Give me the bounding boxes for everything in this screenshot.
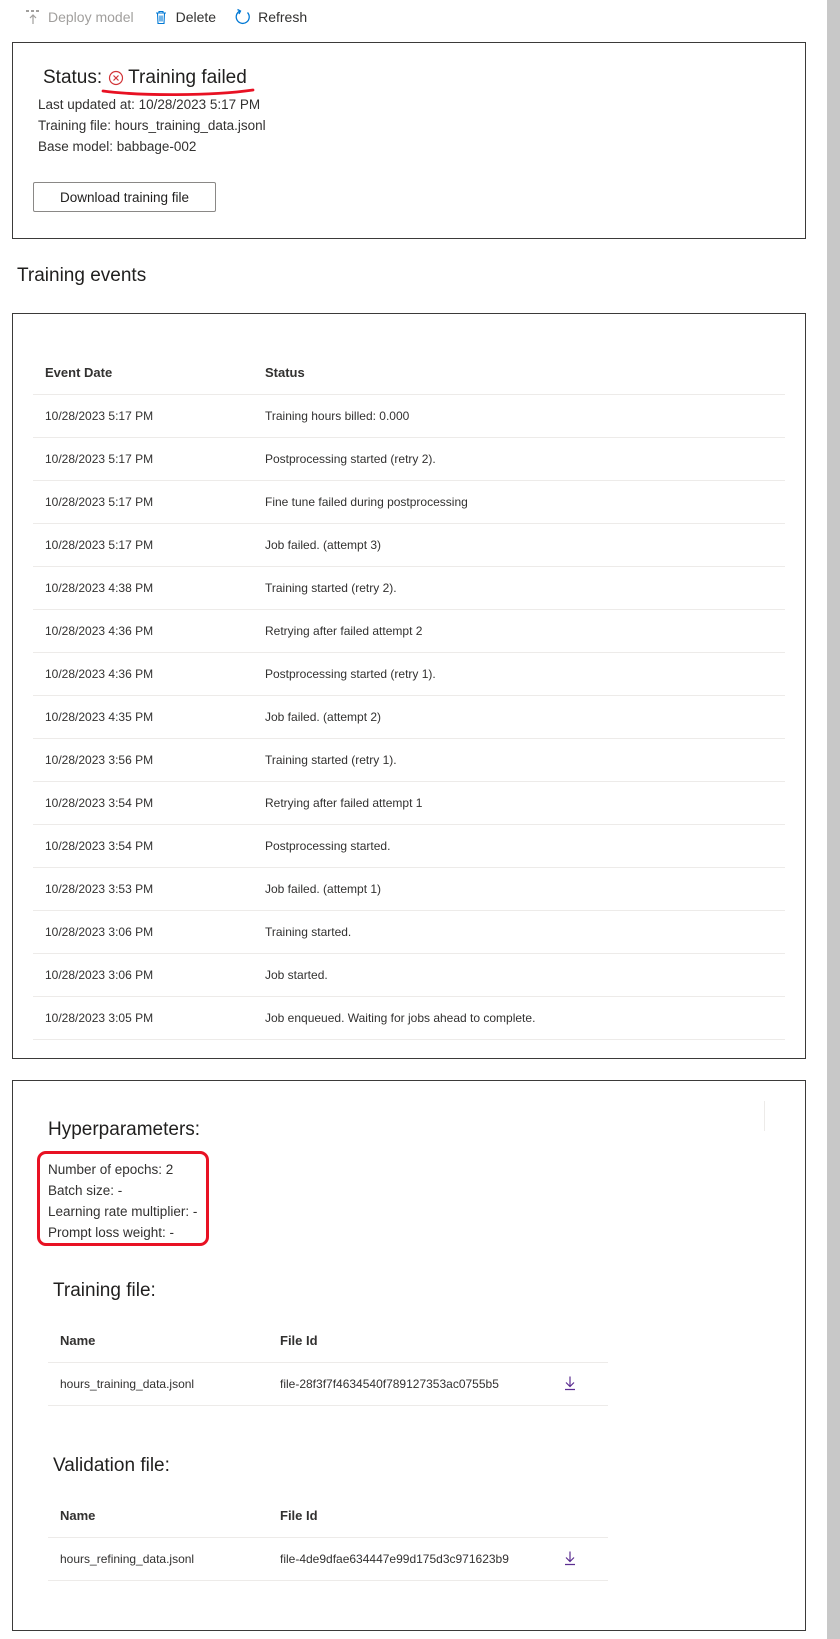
- table-header-row: Name File Id: [48, 1318, 608, 1363]
- training-file-id: file-28f3f7f4634540f789127353ac0755b5: [268, 1362, 550, 1406]
- delete-button[interactable]: Delete: [152, 8, 216, 26]
- column-header-file-id: File Id: [268, 1493, 550, 1538]
- table-row: 10/28/2023 3:06 PM Training started.: [33, 910, 785, 954]
- event-status-cell: Job failed. (attempt 3): [253, 523, 785, 567]
- event-status-cell: Job failed. (attempt 1): [253, 867, 785, 911]
- column-header-action: [550, 1493, 608, 1538]
- download-icon[interactable]: [562, 1375, 578, 1391]
- table-header-row: Name File Id: [48, 1493, 608, 1538]
- event-status-cell: Postprocessing started.: [253, 824, 785, 868]
- vertical-scrollbar[interactable]: [827, 0, 840, 1639]
- event-status-cell: Training started (retry 1).: [253, 738, 785, 782]
- prompt-loss-weight-text: Prompt loss weight: -: [48, 1225, 175, 1240]
- batch-size-text: Batch size: -: [48, 1183, 123, 1198]
- event-status-cell: Postprocessing started (retry 2).: [253, 437, 785, 481]
- epochs-text: Number of epochs: 2: [48, 1162, 174, 1177]
- table-row: 10/28/2023 5:17 PM Job failed. (attempt 3…: [33, 523, 785, 567]
- event-status-cell: Job enqueued. Waiting for jobs ahead to …: [253, 996, 785, 1040]
- table-row: 10/28/2023 3:56 PM Training started (retr…: [33, 738, 785, 782]
- validation-file-table: Name File Id hours_refining_data.jsonl f…: [48, 1493, 608, 1581]
- deploy-model-button[interactable]: Deploy model: [24, 8, 134, 26]
- table-row: 10/28/2023 5:17 PM Training hours billed:…: [33, 394, 785, 438]
- event-status-cell: Training started (retry 2).: [253, 566, 785, 610]
- delete-label: Delete: [175, 9, 217, 25]
- event-status-cell: Training hours billed: 0.000: [253, 394, 785, 438]
- trash-icon: [152, 8, 170, 26]
- status-prefix: Status:: [43, 67, 103, 88]
- table-row: hours_refining_data.jsonl file-4de9dfae6…: [48, 1537, 608, 1581]
- table-row: 10/28/2023 3:54 PM Retrying after failed …: [33, 781, 785, 825]
- error-circle-icon: [108, 70, 124, 86]
- event-date-cell: 10/28/2023 5:17 PM: [33, 480, 253, 524]
- table-row: hours_training_data.jsonl file-28f3f7f46…: [48, 1362, 608, 1406]
- event-date-cell: 10/28/2023 3:05 PM: [33, 996, 253, 1040]
- base-model-text: Base model: babbage-002: [38, 139, 197, 154]
- training-file-text: Training file: hours_training_data.jsonl: [38, 118, 266, 133]
- event-date-cell: 10/28/2023 5:17 PM: [33, 437, 253, 481]
- training-events-body: 10/28/2023 5:17 PM Training hours billed:…: [33, 394, 785, 1040]
- table-row: 10/28/2023 3:05 PM Job enqueued. Waiting …: [33, 996, 785, 1040]
- table-header-row: Event Date Status: [33, 350, 785, 395]
- training-file-table: Name File Id hours_training_data.jsonl f…: [48, 1318, 608, 1406]
- event-date-cell: 10/28/2023 5:17 PM: [33, 523, 253, 567]
- event-date-cell: 10/28/2023 5:17 PM: [33, 394, 253, 438]
- event-date-cell: 10/28/2023 3:06 PM: [33, 953, 253, 997]
- event-date-cell: 10/28/2023 3:53 PM: [33, 867, 253, 911]
- training-events-heading: Training events: [17, 265, 147, 286]
- validation-file-name: hours_refining_data.jsonl: [48, 1537, 268, 1581]
- download-training-file-button[interactable]: Download training file: [33, 182, 216, 212]
- refresh-icon: [234, 8, 252, 26]
- event-status-cell: Retrying after failed attempt 1: [253, 781, 785, 825]
- refresh-button[interactable]: Refresh: [234, 8, 307, 26]
- event-date-cell: 10/28/2023 3:56 PM: [33, 738, 253, 782]
- event-status-cell: Retrying after failed attempt 2: [253, 609, 785, 653]
- event-status-cell: Fine tune failed during postprocessing: [253, 480, 785, 524]
- validation-file-id: file-4de9dfae634447e99d175d3c971623b9: [268, 1537, 550, 1581]
- column-header-name: Name: [48, 1493, 268, 1538]
- command-bar: Deploy model Delete Refresh: [0, 0, 820, 34]
- column-header-event-date: Event Date: [33, 350, 253, 395]
- learning-rate-text: Learning rate multiplier: -: [48, 1204, 198, 1219]
- event-status-cell: Job failed. (attempt 2): [253, 695, 785, 739]
- table-row: 10/28/2023 4:38 PM Training started (retr…: [33, 566, 785, 610]
- table-row: 10/28/2023 4:36 PM Postprocessing started…: [33, 652, 785, 696]
- table-row: 10/28/2023 3:06 PM Job started.: [33, 953, 785, 997]
- download-icon[interactable]: [562, 1550, 578, 1566]
- validation-file-heading: Validation file:: [53, 1455, 170, 1476]
- refresh-label: Refresh: [258, 9, 308, 25]
- table-row: 10/28/2023 3:53 PM Job failed. (attempt 1…: [33, 867, 785, 911]
- table-row: 10/28/2023 4:36 PM Retrying after failed …: [33, 609, 785, 653]
- column-header-file-id: File Id: [268, 1318, 550, 1363]
- hyperparameters-card: Hyperparameters: Number of epochs: 2 Bat…: [12, 1080, 806, 1631]
- event-date-cell: 10/28/2023 3:54 PM: [33, 781, 253, 825]
- column-header-action: [550, 1318, 608, 1363]
- column-header-status: Status: [253, 350, 785, 395]
- event-date-cell: 10/28/2023 4:35 PM: [33, 695, 253, 739]
- table-row: 10/28/2023 5:17 PM Postprocessing started…: [33, 437, 785, 481]
- training-file-heading: Training file:: [53, 1280, 156, 1301]
- training-file-name: hours_training_data.jsonl: [48, 1362, 268, 1406]
- event-status-cell: Training started.: [253, 910, 785, 954]
- training-events-table: Event Date Status 10/28/2023 5:17 PM Trai…: [33, 350, 785, 1040]
- event-date-cell: 10/28/2023 4:38 PM: [33, 566, 253, 610]
- deploy-model-label: Deploy model: [48, 9, 134, 25]
- table-row: 10/28/2023 4:35 PM Job failed. (attempt 2…: [33, 695, 785, 739]
- event-date-cell: 10/28/2023 3:54 PM: [33, 824, 253, 868]
- download-cell: [550, 1537, 608, 1581]
- event-status-cell: Job started.: [253, 953, 785, 997]
- column-header-name: Name: [48, 1318, 268, 1363]
- table-row: 10/28/2023 3:54 PM Postprocessing started…: [33, 824, 785, 868]
- divider: [764, 1101, 765, 1131]
- event-date-cell: 10/28/2023 3:06 PM: [33, 910, 253, 954]
- training-events-card: Event Date Status 10/28/2023 5:17 PM Trai…: [12, 313, 806, 1059]
- status-card: Status: Training failed Last updated at:…: [12, 42, 806, 239]
- hyperparameters-heading: Hyperparameters:: [48, 1119, 201, 1140]
- event-date-cell: 10/28/2023 4:36 PM: [33, 652, 253, 696]
- last-updated-text: Last updated at: 10/28/2023 5:17 PM: [38, 97, 261, 112]
- deploy-icon: [24, 8, 42, 26]
- event-date-cell: 10/28/2023 4:36 PM: [33, 609, 253, 653]
- event-status-cell: Postprocessing started (retry 1).: [253, 652, 785, 696]
- table-row: 10/28/2023 5:17 PM Fine tune failed durin…: [33, 480, 785, 524]
- download-cell: [550, 1362, 608, 1406]
